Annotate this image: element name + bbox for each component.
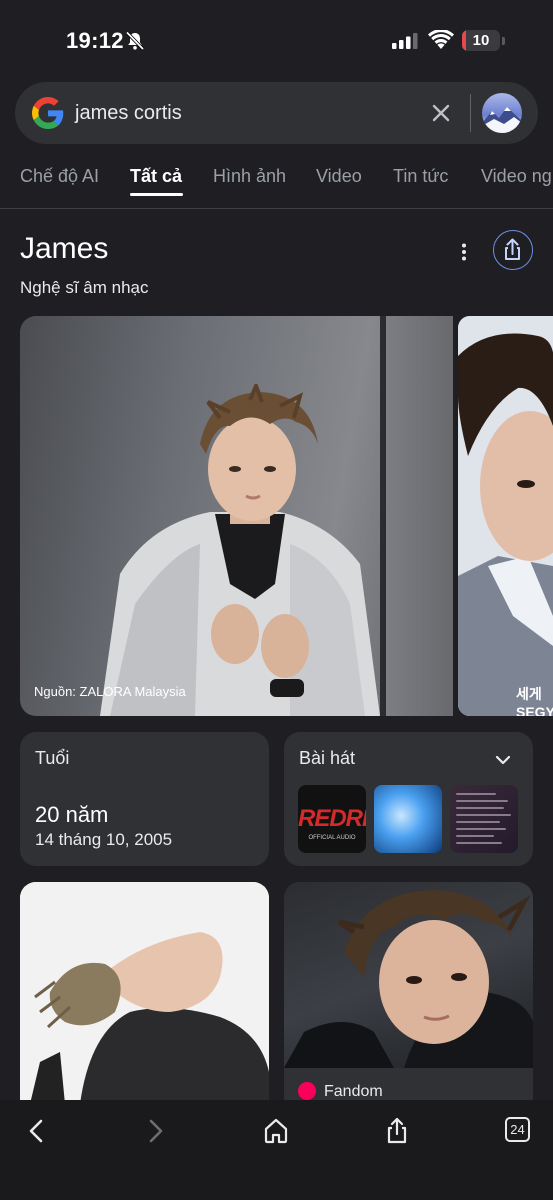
share-icon: [505, 238, 520, 260]
result-image-right: [284, 882, 533, 1068]
tab-all[interactable]: Tất cả: [130, 166, 182, 187]
tabs-divider: [0, 208, 553, 209]
wifi-icon: [428, 29, 454, 55]
back-icon[interactable]: [22, 1116, 52, 1146]
age-label: Tuổi: [35, 748, 70, 768]
tab-news[interactable]: Tin tức: [393, 166, 448, 187]
song-thumbnail-tracklist[interactable]: [450, 785, 518, 853]
tab-ai-mode[interactable]: Chế độ AI: [20, 166, 99, 187]
songs-card[interactable]: Bài hát REDRE OFFICIAL AUDIO: [284, 732, 533, 866]
image-source-credit: Nguồn: ZALORA Malaysia: [34, 684, 186, 699]
battery-indicator: 10: [462, 30, 500, 51]
clear-search-icon[interactable]: [429, 101, 453, 125]
songs-label: Bài hát: [299, 748, 356, 768]
fandom-logo-icon: [298, 1082, 316, 1100]
person-photo-2: [458, 316, 553, 716]
entity-title: James: [20, 232, 109, 265]
chevron-down-icon[interactable]: [492, 749, 514, 771]
status-bar: 19:12 10: [0, 0, 553, 70]
person-photo-4: [284, 890, 533, 1068]
search-bar[interactable]: james cortis: [15, 82, 538, 144]
forward-icon[interactable]: [140, 1116, 170, 1146]
person-photo: [100, 384, 380, 716]
entity-subtitle: Nghệ sĩ âm nhạc: [20, 278, 149, 297]
second-image-watermark: 세게 SEGY: [516, 686, 553, 716]
active-tab-indicator: [130, 193, 183, 196]
tab-images[interactable]: Hình ảnh: [213, 166, 286, 187]
birth-date: 14 tháng 10, 2005: [35, 830, 173, 849]
search-input[interactable]: james cortis: [75, 102, 182, 125]
browser-toolbar: 24: [0, 1100, 553, 1200]
more-options-icon[interactable]: [452, 240, 476, 264]
entity-main-photo[interactable]: Nguồn: ZALORA Malaysia: [20, 316, 453, 716]
google-logo-icon: [32, 97, 64, 129]
clock: 19:12: [66, 28, 124, 53]
result-source-name: Fandom: [324, 1083, 383, 1100]
search-tabs: Chế độ AI Tất cả Hình ảnh Video Tin tức …: [0, 160, 553, 210]
tab-switcher-button[interactable]: 24: [505, 1117, 530, 1142]
thumb-subtitle: OFFICIAL AUDIO: [308, 835, 356, 841]
result-card-fandom[interactable]: Fandom: [284, 882, 533, 1104]
person-photo-3: [20, 882, 269, 1104]
cellular-signal-icon: [392, 33, 418, 54]
song-thumbnail-blue[interactable]: [374, 785, 442, 853]
age-card[interactable]: Tuổi 20 năm 14 tháng 10, 2005: [20, 732, 269, 866]
song-thumbnail-redred[interactable]: REDRE OFFICIAL AUDIO: [298, 785, 366, 853]
entity-second-photo[interactable]: 세게 SEGY: [458, 316, 553, 716]
account-avatar[interactable]: [482, 93, 522, 133]
search-divider: [470, 94, 471, 132]
home-icon[interactable]: [261, 1116, 291, 1146]
result-source: Fandom: [298, 1082, 383, 1101]
share-button[interactable]: [493, 230, 533, 270]
tab-videos[interactable]: Video: [316, 166, 362, 187]
age-value: 20 năm: [35, 802, 109, 827]
thumb-title: REDRE: [298, 805, 366, 832]
tab-short-videos[interactable]: Video ng: [481, 166, 552, 187]
battery-percent: 10: [472, 32, 490, 49]
share-icon[interactable]: [382, 1116, 412, 1146]
result-image-left[interactable]: [20, 882, 269, 1104]
silent-bell-icon: [124, 30, 146, 57]
